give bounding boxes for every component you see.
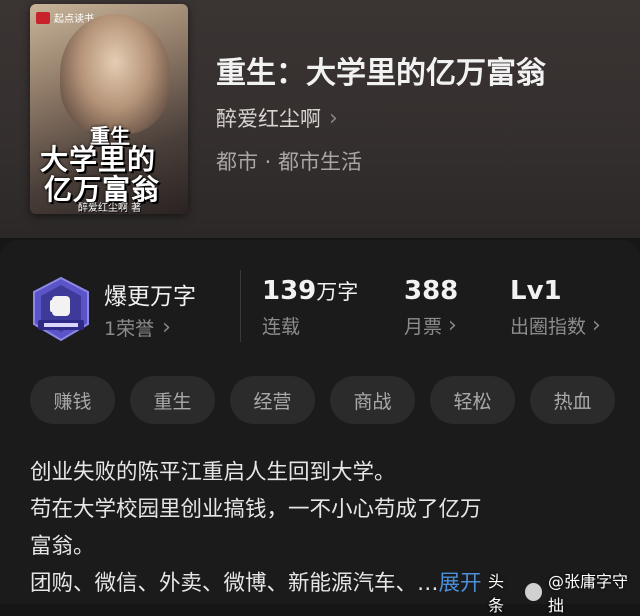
book-header: 起点读书 重生 大学里的 亿万富翁 醉爱红尘啊 著 重生：大学里的亿万富翁 醉爱… — [0, 0, 640, 238]
honor-link[interactable]: 1荣誉 › — [104, 314, 171, 341]
expand-button[interactable]: 展开 — [439, 571, 482, 596]
book-title: 重生：大学里的亿万富翁 — [216, 56, 546, 91]
chevron-right-icon: › — [162, 315, 171, 340]
watermark-text: @张庸字守拙 — [547, 572, 628, 615]
tag-chip[interactable]: 轻松 — [430, 376, 515, 424]
chevron-right-icon: › — [592, 313, 601, 338]
chevron-right-icon: › — [448, 313, 457, 338]
description-line: 苟在大学校园里创业搞钱，一不小心苟成了亿万 — [30, 497, 482, 522]
tag-chip[interactable]: 经营 — [230, 376, 315, 424]
popularity-level-value: Lv1 — [510, 276, 562, 306]
description-line: 团购、微信、外卖、微博、新能源汽车、… — [30, 571, 439, 596]
tag-chip[interactable]: 商战 — [330, 376, 415, 424]
tag-chip[interactable]: 重生 — [130, 376, 215, 424]
cover-author: 醉爱红尘啊 著 — [78, 203, 142, 214]
description-line: 富翁。 — [30, 534, 95, 559]
tag-chip[interactable]: 热血 — [530, 376, 615, 424]
chevron-right-icon: › — [329, 105, 338, 131]
tag-chip[interactable]: 赚钱 — [30, 376, 115, 424]
word-count-label: 连载 — [262, 316, 301, 338]
honor-count: 1荣誉 — [104, 318, 155, 340]
watermark-prefix: 头条 — [488, 572, 505, 615]
word-count-unit: 万字 — [316, 280, 359, 304]
tag-list: 赚钱 重生 经营 商战 轻松 热血 — [30, 376, 615, 424]
avatar-icon — [524, 583, 542, 601]
book-cover[interactable]: 起点读书 重生 大学里的 亿万富翁 醉爱红尘啊 著 — [30, 4, 188, 214]
popularity-index-stat[interactable]: Lv1 出圈指数 › — [510, 276, 601, 339]
honor-title: 爆更万字 — [104, 284, 196, 310]
honor-badge-icon[interactable] — [30, 276, 92, 342]
book-detail-panel: 爆更万字 1荣誉 › 139万字 连载 388 月票 › Lv1 出圈指数 › … — [0, 240, 640, 604]
word-count-stat: 139万字 连载 — [262, 276, 358, 339]
popularity-index-label: 出圈指数 — [510, 316, 587, 338]
monthly-ticket-label: 月票 — [404, 316, 443, 338]
monthly-ticket-value: 388 — [404, 276, 459, 306]
stats-divider — [240, 270, 241, 342]
author-name: 醉爱红尘啊 — [216, 107, 321, 131]
book-genre[interactable]: 都市 · 都市生活 — [216, 146, 362, 176]
word-count-value: 139 — [262, 276, 317, 306]
author-link[interactable]: 醉爱红尘啊 › — [216, 103, 338, 133]
source-watermark: 头条 @张庸字守拙 — [488, 568, 640, 616]
monthly-ticket-stat[interactable]: 388 月票 › — [404, 276, 458, 339]
cover-character-illustration — [60, 14, 170, 134]
description-line: 创业失败的陈平江重启人生回到大学。 — [30, 460, 396, 485]
brand-logo-icon — [36, 11, 50, 24]
